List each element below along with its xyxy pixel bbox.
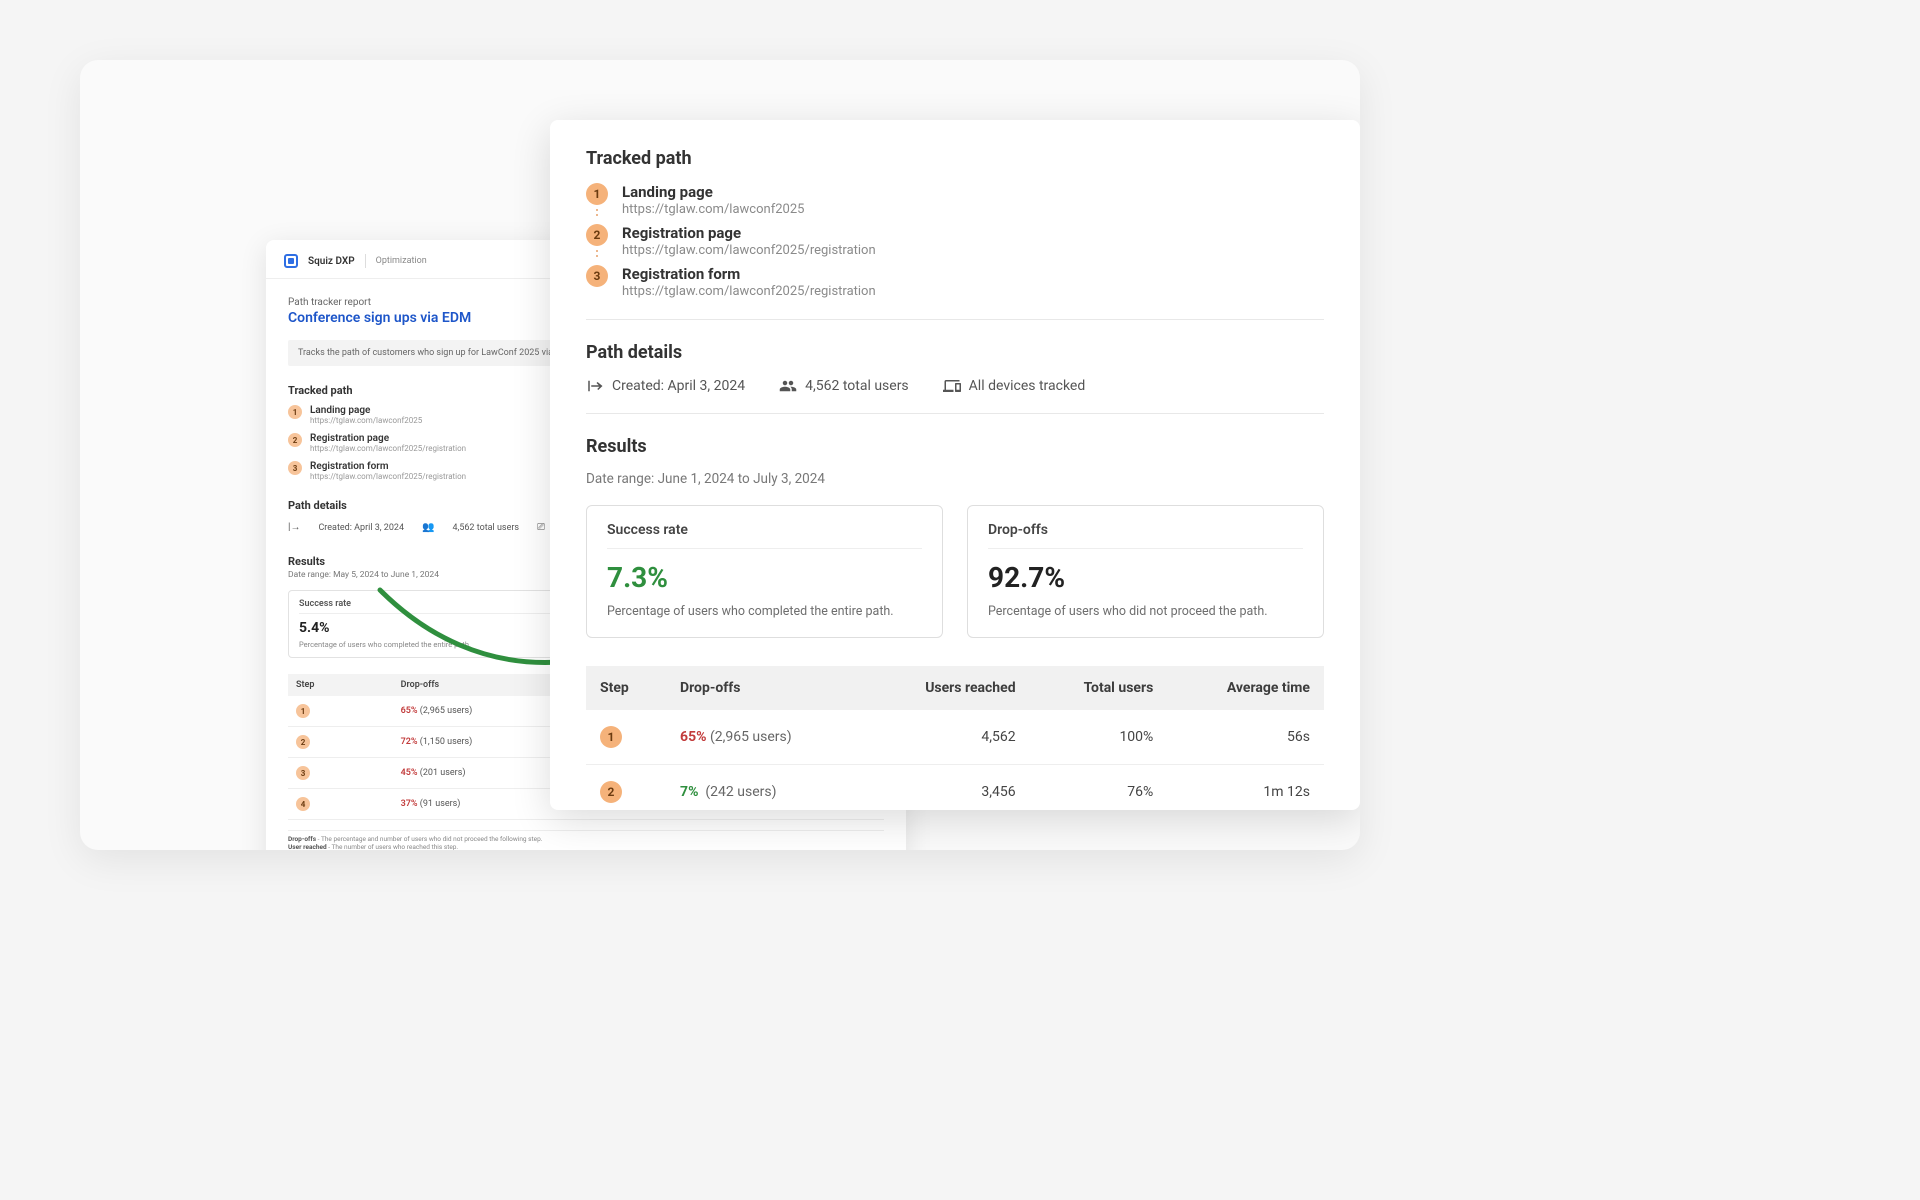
table-row: 1 65% (2,965 users) 4,562 100% 56s <box>586 710 1324 765</box>
col-dropoffs: Drop-offs <box>666 666 863 710</box>
average-time: 1m 12s <box>1167 765 1324 811</box>
step-badge-icon: 2 <box>586 224 608 246</box>
brand-name: Squiz DXP <box>308 256 355 267</box>
results-heading: Results <box>586 436 1324 457</box>
devices-tracked: All devices tracked <box>969 378 1086 394</box>
step-badge-icon: 1 <box>600 726 622 748</box>
dropoff-pct: 7% <box>680 784 698 800</box>
comparison-card: Squiz DXP Optimization Path tracker repo… <box>80 60 1360 850</box>
dropoff-users: (91 users) <box>420 799 461 809</box>
step-badge-icon: 4 <box>296 797 310 811</box>
created-date: Created: April 3, 2024 <box>318 523 404 533</box>
date-created-icon: |→ <box>288 522 300 533</box>
drop-offs-hint: Percentage of users who did not proceed … <box>988 604 1303 619</box>
brand-logo-icon <box>284 254 298 268</box>
dropoff-users: (2,965 users) <box>710 729 792 745</box>
step-name: Registration form <box>622 265 876 283</box>
dropoff-users: (2,965 users) <box>420 706 473 716</box>
tracked-step: 3 Registration form https://tglaw.com/la… <box>586 265 1324 299</box>
tracked-path-heading: Tracked path <box>586 148 1324 169</box>
step-name: Landing page <box>310 405 422 416</box>
step-url: https://tglaw.com/lawconf2025 <box>622 202 804 217</box>
col-average-time: Average time <box>1167 666 1324 710</box>
step-badge-icon: 1 <box>288 405 302 419</box>
success-rate-value: 7.3% <box>607 561 922 594</box>
tracked-step: 2 Registration page https://tglaw.com/la… <box>586 224 1324 261</box>
success-rate-card: Success rate 7.3% Percentage of users wh… <box>586 505 943 638</box>
drop-offs-card: Drop-offs 92.7% Percentage of users who … <box>967 505 1324 638</box>
section-divider <box>586 319 1324 320</box>
users-reached: 4,562 <box>863 710 1030 765</box>
step-badge-icon: 3 <box>288 461 302 475</box>
step-connector-icon <box>596 246 598 261</box>
step-url: https://tglaw.com/lawconf2025/registrati… <box>310 444 466 453</box>
step-url: https://tglaw.com/lawconf2025/registrati… <box>310 472 466 481</box>
devices-icon <box>943 377 961 395</box>
success-rate-card: Success rate 5.4% Percentage of users wh… <box>288 590 580 658</box>
step-badge-icon: 3 <box>586 265 608 287</box>
col-step: Step <box>586 666 666 710</box>
step-url: https://tglaw.com/lawconf2025/registrati… <box>622 243 876 258</box>
section-divider <box>586 413 1324 414</box>
success-rate-label: Success rate <box>607 522 922 549</box>
tracked-step: 1 Landing page https://tglaw.com/lawconf… <box>586 183 1324 220</box>
step-connector-icon <box>596 205 598 220</box>
success-rate-label: Success rate <box>299 599 569 614</box>
dropoff-pct: 37% <box>401 799 418 809</box>
breadcrumb-section[interactable]: Optimization <box>376 256 427 266</box>
step-name: Registration form <box>310 461 466 472</box>
results-table: Step Drop-offs Users reached Total users… <box>586 666 1324 810</box>
devices-icon: ⎚ <box>537 522 545 533</box>
users-icon: 👥 <box>422 522 434 533</box>
average-time: 56s <box>1167 710 1324 765</box>
created-date: Created: April 3, 2024 <box>612 378 745 394</box>
step-name: Registration page <box>310 433 466 444</box>
step-url: https://tglaw.com/lawconf2025 <box>310 416 422 425</box>
path-details-heading: Path details <box>586 342 1324 363</box>
success-rate-hint: Percentage of users who completed the en… <box>607 604 922 619</box>
step-badge-icon: 2 <box>296 735 310 749</box>
col-users-reached: Users reached <box>863 666 1030 710</box>
path-details-row: Created: April 3, 2024 4,562 total users… <box>586 377 1324 395</box>
results-date-range: Date range: June 1, 2024 to July 3, 2024 <box>586 471 1324 487</box>
step-badge-icon: 2 <box>288 433 302 447</box>
dropoff-pct: 72% <box>401 737 418 747</box>
step-name: Landing page <box>622 183 804 201</box>
dropoff-users: (201 users) <box>420 768 466 778</box>
users-reached: 3,456 <box>863 765 1030 811</box>
step-badge-icon: 1 <box>296 704 310 718</box>
total-users-pct: 76% <box>1030 765 1168 811</box>
footnote-label: Drop-offs <box>288 835 316 843</box>
col-total-users: Total users <box>1030 666 1168 710</box>
table-row: 2 7% (242 users) 3,456 76% 1m 12s <box>586 765 1324 811</box>
footnote: Drop-offs - The percentage and number of… <box>288 830 884 850</box>
total-users-pct: 100% <box>1030 710 1168 765</box>
drop-offs-value: 92.7% <box>988 561 1303 594</box>
footnote-text: - The number of users who reached this s… <box>327 843 459 850</box>
header-divider <box>365 254 366 268</box>
dropoff-users: (242 users) <box>705 784 776 800</box>
report-panel-current: Tracked path 1 Landing page https://tgla… <box>550 120 1360 810</box>
users-icon <box>779 377 797 395</box>
step-badge-icon: 3 <box>296 766 310 780</box>
dropoff-pct: 65% <box>401 706 418 716</box>
step-badge-icon: 1 <box>586 183 608 205</box>
dropoff-users: (1,150 users) <box>420 737 473 747</box>
drop-offs-label: Drop-offs <box>988 522 1303 549</box>
footnote-label: User reached <box>288 843 327 850</box>
success-rate-hint: Percentage of users who completed the en… <box>299 640 569 649</box>
step-name: Registration page <box>622 224 876 242</box>
total-users: 4,562 total users <box>805 378 909 394</box>
dropoff-pct: 45% <box>401 768 418 778</box>
total-users: 4,562 total users <box>452 523 519 533</box>
col-step: Step <box>288 674 393 696</box>
step-url: https://tglaw.com/lawconf2025/registrati… <box>622 284 876 299</box>
success-rate-value: 5.4% <box>299 620 569 636</box>
footnote-text: - The percentage and number of users who… <box>316 835 542 843</box>
date-created-icon <box>586 377 604 395</box>
dropoff-pct: 65% <box>680 729 706 745</box>
step-badge-icon: 2 <box>600 781 622 803</box>
